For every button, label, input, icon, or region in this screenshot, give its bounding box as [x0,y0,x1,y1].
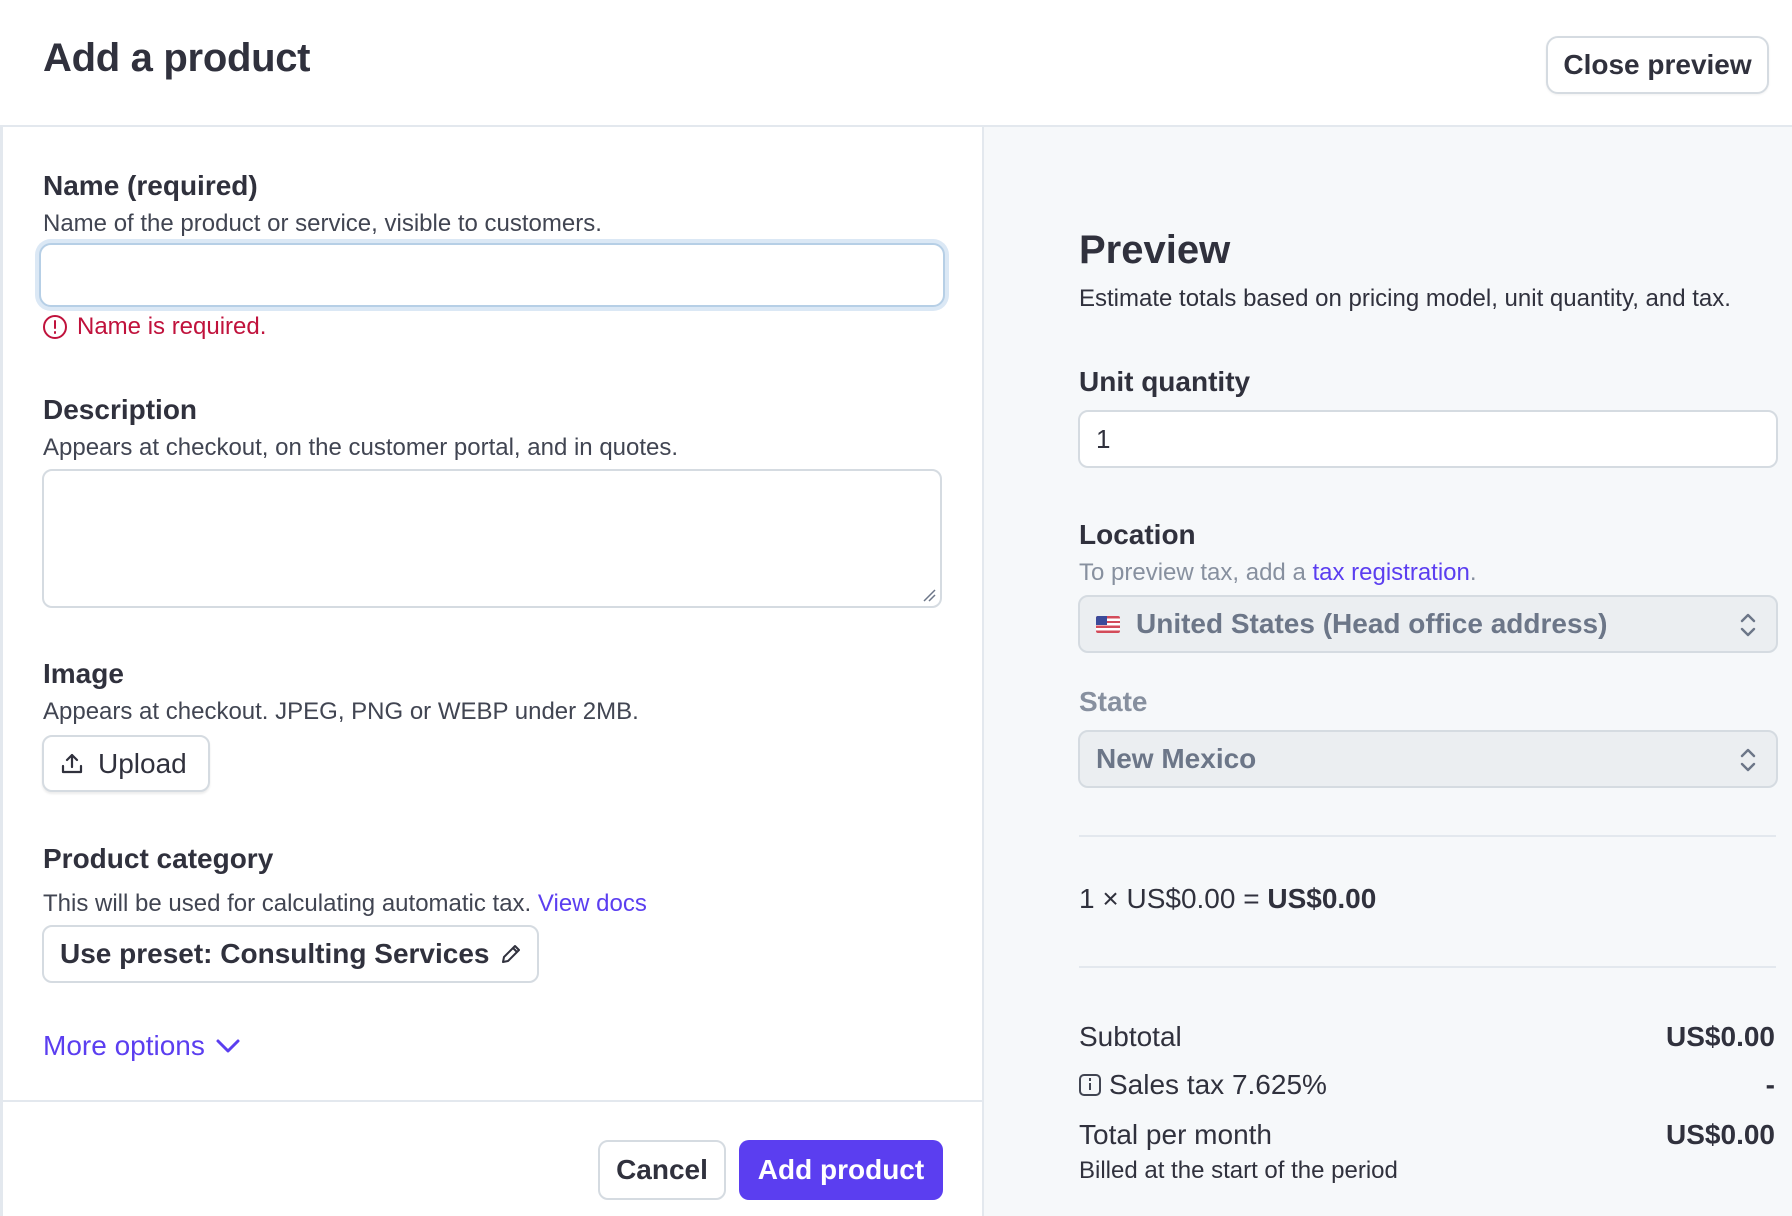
subtotal-value: US$0.00 [1666,1021,1775,1052]
location-help-text: To preview tax, add a [1079,559,1313,586]
location-help: To preview tax, add a tax registration. [1079,559,1477,587]
location-help-suffix: . [1469,559,1477,586]
more-options-label: More options [43,1030,205,1061]
billing-note: Billed at the start of the period [1079,1157,1398,1184]
calc-result: US$0.00 [1267,883,1377,914]
name-label: Name (required) [43,170,258,201]
upload-label: Upload [98,747,187,779]
category-help-text: This will be used for calculating automa… [43,890,532,917]
name-input[interactable] [39,243,945,307]
preview-title: Preview [1079,228,1231,272]
total-label: Total per month [1079,1119,1272,1150]
category-preset-button[interactable]: Use preset: Consulting Services [42,925,539,983]
sales-tax-value: - [1765,1069,1775,1100]
cancel-button[interactable]: Cancel [598,1140,726,1200]
name-help: Name of the product or service, visible … [43,210,602,237]
upload-icon [61,753,83,773]
location-select[interactable]: United States (Head office address) [1078,595,1778,653]
chevron-down-icon [216,1039,240,1053]
chevron-updown-icon [1740,613,1756,637]
resize-handle-icon[interactable] [922,588,936,602]
image-label: Image [43,658,124,689]
image-help: Appears at checkout. JPEG, PNG or WEBP u… [43,698,639,725]
us-flag-icon [1096,615,1120,633]
preset-label: Use preset: Consulting Services [60,938,490,969]
more-options-toggle[interactable]: More options [43,1030,241,1062]
category-help: This will be used for calculating automa… [43,890,647,918]
error-icon [43,315,67,339]
name-error: Name is required. [43,313,266,341]
divider [1079,966,1776,968]
location-label: Location [1079,519,1196,550]
divider [1079,835,1776,837]
description-help: Appears at checkout, on the customer por… [43,434,679,461]
state-label: State [1079,686,1148,717]
unit-quantity-label: Unit quantity [1079,366,1251,397]
unit-calculation: 1 × US$0.00 = US$0.00 [1079,883,1376,915]
total-value: US$0.00 [1666,1119,1775,1150]
info-icon[interactable] [1079,1074,1101,1096]
sales-tax-label: Sales tax 7.625% [1109,1069,1327,1100]
subtotal-label: Subtotal [1079,1021,1182,1052]
pencil-icon [502,945,521,963]
preview-subtitle: Estimate totals based on pricing model, … [1079,285,1731,312]
name-error-text: Name is required. [77,313,267,340]
page-title: Add a product [43,36,311,80]
chevron-updown-icon [1740,748,1756,772]
footer-divider [3,1100,982,1102]
add-product-button[interactable]: Add product [739,1140,943,1200]
category-label: Product category [43,843,274,874]
state-value: New Mexico [1096,743,1257,774]
top-bar: Add a product Close preview [0,0,1792,127]
tax-registration-link[interactable]: tax registration [1312,559,1469,586]
close-preview-button[interactable]: Close preview [1546,36,1769,94]
view-docs-link[interactable]: View docs [538,890,647,917]
description-textarea[interactable] [42,469,942,608]
state-select[interactable]: New Mexico [1078,730,1778,788]
upload-button[interactable]: Upload [42,735,210,792]
calc-prefix: 1 × US$0.00 = [1079,883,1268,914]
sales-tax-row: Sales tax 7.625% [1079,1069,1327,1101]
unit-quantity-input[interactable] [1078,410,1778,468]
description-label: Description [43,394,198,425]
location-value: United States (Head office address) [1136,608,1608,639]
